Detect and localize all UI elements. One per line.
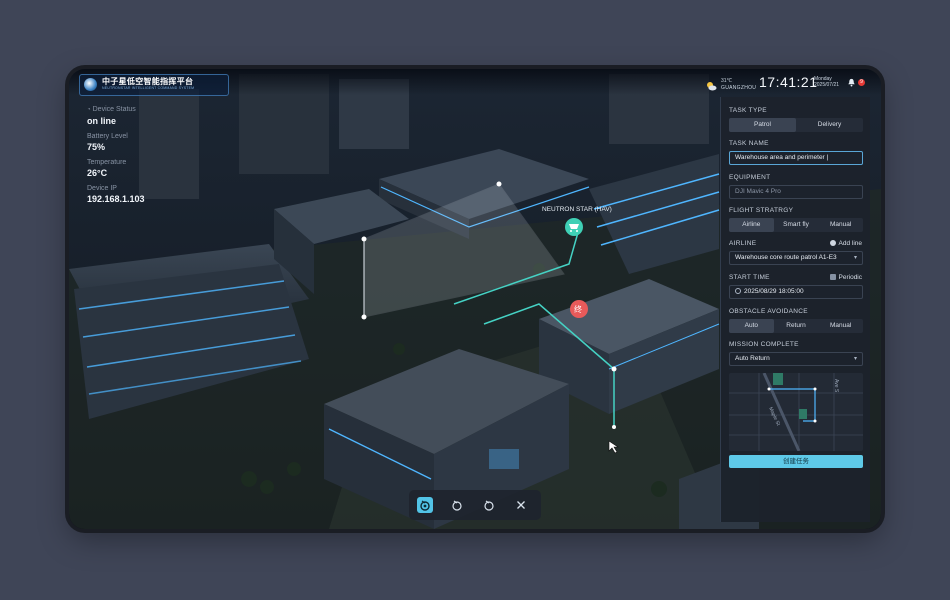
- obstacle-auto[interactable]: Auto: [729, 319, 774, 333]
- device-status-value: on line: [87, 116, 116, 126]
- task-type-delivery[interactable]: Delivery: [796, 118, 863, 132]
- app-logo: 中子星低空智能指挥平台 NEUTRONSTAR INTELLIGENT COMM…: [79, 74, 229, 96]
- start-time-label: START TIME: [729, 274, 770, 281]
- top-bar: 中子星低空智能指挥平台 NEUTRONSTAR INTELLIGENT COMM…: [69, 69, 881, 96]
- logo-icon: [84, 78, 97, 91]
- minimap-street-1: Ave S: [833, 379, 839, 393]
- obstacle-label: OBSTACLE AVOIDANCE: [729, 308, 808, 315]
- equipment-field[interactable]: DJI Mavic 4 Pro: [729, 185, 863, 199]
- add-line-text: Add line: [838, 240, 863, 247]
- drone-tool-button[interactable]: [417, 497, 433, 513]
- drone-icon: [420, 500, 430, 511]
- close-icon: [517, 501, 525, 509]
- add-line-button[interactable]: Add line: [829, 240, 863, 247]
- task-type-toggle: Patrol Delivery: [729, 118, 863, 132]
- task-panel: TASK TYPE Patrol Delivery TASK NAME Ware…: [720, 97, 870, 522]
- battery-label: Battery Level: [87, 133, 128, 140]
- partly-cloudy-icon: [707, 82, 717, 91]
- app-window: NEUTRON STAR (HAV) 终 中子星低空智能指挥平台 NEUTRON…: [69, 69, 881, 529]
- app-subtitle: NEUTRONSTAR INTELLIGENT COMMAND SYSTEM: [102, 86, 195, 90]
- device-info-panel: ◔ Device Status on line Battery Level 75%…: [87, 105, 207, 210]
- task-name-input[interactable]: Warehouse area and perimeter |: [729, 151, 863, 165]
- drone-outline-tool-button-2[interactable]: [481, 497, 497, 513]
- battery-value: 75%: [87, 142, 106, 152]
- end-marker[interactable]: 终: [574, 304, 582, 314]
- bottom-toolbar: [409, 490, 541, 520]
- drone-outline-icon: [452, 500, 462, 511]
- checkbox-icon: [829, 274, 836, 280]
- flight-strategy-toggle: Airline Smart fly Manual: [729, 218, 863, 232]
- create-task-button[interactable]: 创建任务: [729, 455, 863, 468]
- weather-widget: 31℃ GUANGZHOU: [705, 78, 757, 94]
- mission-complete-label: MISSION COMPLETE: [729, 341, 799, 348]
- target-label: NEUTRON STAR (HAV): [542, 206, 612, 213]
- start-time-value: 2025/08/29 18:05:00: [744, 288, 804, 295]
- clock-icon: [735, 288, 741, 294]
- mission-complete-value: Auto Return: [735, 355, 770, 362]
- plus-circle-icon: [829, 240, 836, 246]
- airline-label: AIRLINE: [729, 240, 757, 247]
- close-tool-button[interactable]: [513, 497, 529, 513]
- task-type-label: TASK TYPE: [729, 107, 767, 114]
- device-status-label-text: Device Status: [92, 106, 136, 113]
- device-status-label: ◔ Device Status: [87, 105, 207, 115]
- strategy-airline[interactable]: Airline: [729, 218, 774, 232]
- signal-icon: ◔: [87, 107, 91, 113]
- equipment-label: EQUIPMENT: [729, 174, 771, 181]
- drone-outline-tool-button[interactable]: [449, 497, 465, 513]
- airline-value: Warehouse core route patrol A1-E3: [735, 254, 837, 261]
- chevron-down-icon: ▾: [853, 356, 857, 362]
- task-name-label: TASK NAME: [729, 140, 769, 147]
- weather-city: GUANGZHOU: [721, 85, 757, 91]
- notification-badge: 9: [858, 79, 865, 86]
- bell-icon[interactable]: [847, 78, 856, 87]
- flight-strategy-label: FLIGHT STRATRGY: [729, 207, 794, 214]
- temperature-value: 26°C: [87, 168, 108, 178]
- minimap-canvas: Ave S Maple St: [729, 373, 863, 451]
- periodic-checkbox[interactable]: Periodic: [829, 274, 862, 281]
- date-block: Monday 2025/07/21: [814, 76, 839, 88]
- strategy-manual[interactable]: Manual: [818, 218, 863, 232]
- chevron-down-icon: ▾: [853, 255, 857, 261]
- date: 2025/07/21: [814, 82, 840, 88]
- start-time-input[interactable]: 2025/08/29 18:05:00: [729, 285, 863, 299]
- route-minimap[interactable]: Ave S Maple St: [729, 373, 863, 451]
- clock-time: 17:41:21: [759, 74, 818, 90]
- obstacle-return[interactable]: Return: [774, 319, 819, 333]
- drone-outline-icon: [484, 500, 494, 511]
- task-type-patrol[interactable]: Patrol: [729, 118, 796, 132]
- obstacle-manual[interactable]: Manual: [818, 319, 863, 333]
- device-ip-value: 192.168.1.103: [87, 194, 145, 204]
- weather-temp: 31℃: [721, 78, 733, 84]
- strategy-smart-fly[interactable]: Smart fly: [774, 218, 819, 232]
- obstacle-toggle: Auto Return Manual: [729, 319, 863, 333]
- periodic-text: Periodic: [838, 274, 862, 281]
- temperature-label: Temperature: [87, 159, 127, 166]
- device-ip-label: Device IP: [87, 185, 117, 192]
- airline-select[interactable]: Warehouse core route patrol A1-E3 ▾: [729, 251, 863, 265]
- mission-complete-select[interactable]: Auto Return ▾: [729, 352, 863, 366]
